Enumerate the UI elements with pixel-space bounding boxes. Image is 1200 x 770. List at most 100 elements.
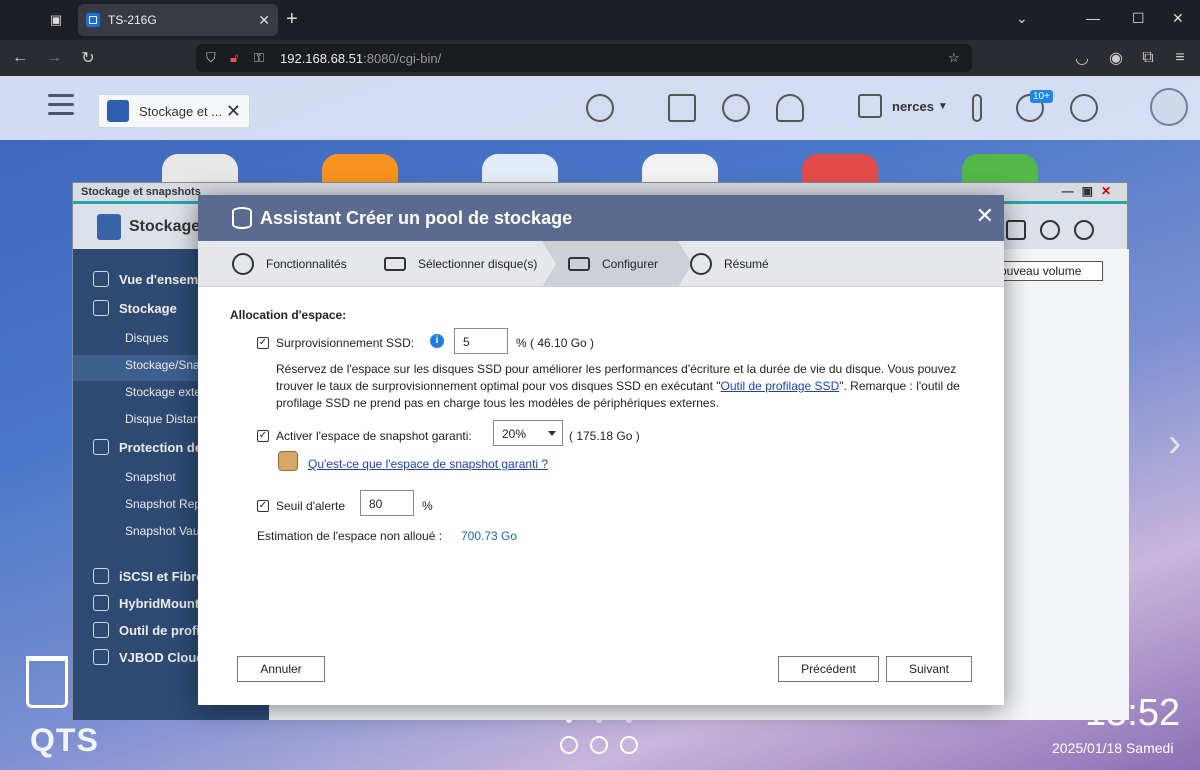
window-maximize-icon[interactable]: ▣ — [1082, 184, 1101, 198]
alert-threshold-label: Seuil d'alerte — [276, 499, 345, 513]
config-icon — [568, 257, 590, 271]
ssd-profiling-link[interactable]: Outil de profilage SSD — [721, 379, 840, 393]
ssd-icon — [93, 622, 109, 638]
alert-threshold-input[interactable]: 80 — [360, 490, 414, 516]
main-menu-icon[interactable] — [48, 94, 74, 116]
shield-icon[interactable]: ⛉ — [206, 50, 216, 66]
snapshot-space-select[interactable]: 20% — [493, 420, 563, 446]
more-options-icon[interactable] — [972, 94, 982, 122]
sidebar-item-vjbod[interactable]: VJBOD Cloud — [93, 649, 204, 665]
ssd-overprov-input[interactable]: 5 — [454, 328, 508, 354]
sidebar-item-label: Stockage — [119, 300, 177, 316]
close-app-tab-icon[interactable]: ✕ — [226, 101, 241, 122]
back-icon[interactable]: ← — [10, 48, 30, 68]
pocket-icon[interactable]: ◡ — [1072, 48, 1092, 68]
sidebar-item-remote-disk[interactable]: Disque Distan — [125, 412, 200, 426]
sidebar-item-snapshot[interactable]: Snapshot — [125, 470, 176, 484]
reload-icon[interactable]: ↻ — [78, 48, 98, 68]
alert-threshold-checkbox[interactable]: ✓ — [257, 500, 269, 512]
sidebar-item-label: Snapshot — [125, 470, 176, 484]
help-icon[interactable] — [1040, 220, 1060, 240]
window-close-icon[interactable]: ✕ — [1101, 184, 1119, 198]
next-page-arrow-icon[interactable]: › — [1168, 421, 1181, 466]
new-tab-icon[interactable]: + — [286, 8, 298, 31]
sidebar-item-disks[interactable]: Disques — [125, 331, 168, 345]
dashboard-icon[interactable] — [1070, 94, 1098, 122]
window-minimize-icon[interactable]: — — [1062, 184, 1082, 198]
tab-overview-icon[interactable]: ▣ — [44, 8, 68, 32]
sidebar-item-snapshot-vault[interactable]: Snapshot Vau — [125, 524, 200, 538]
sidebar-item-storage-snapshots[interactable]: Stockage/Sna — [125, 358, 200, 372]
section-title: Allocation d'espace: — [230, 308, 347, 322]
alert-threshold-suffix: % — [422, 499, 433, 513]
user-menu[interactable]: nerces ▼ — [858, 94, 948, 118]
menu-icon[interactable]: ≡ — [1170, 48, 1190, 68]
storage-header-icon — [97, 214, 121, 240]
dialog-body: Allocation d'espace: ✓ Surprovisionnemen… — [198, 287, 1004, 705]
sidebar-item-ssd-profiling[interactable]: Outil de profila — [93, 622, 211, 638]
new-volume-button[interactable]: ouveau volume — [995, 261, 1103, 281]
background-tasks-icon[interactable] — [668, 94, 696, 122]
browser-tab[interactable]: TS-216G ✕ — [78, 4, 278, 36]
notification-bell-icon[interactable] — [776, 94, 804, 122]
sidebar-item-storage[interactable]: Stockage — [93, 300, 177, 316]
wizard-steps: Fonctionnalités Sélectionner disque(s) C… — [198, 241, 1004, 287]
sidebar-item-snapshot-replica[interactable]: Snapshot Rep — [125, 497, 201, 511]
dialog-close-icon[interactable]: ✕ — [976, 203, 994, 229]
sidebar-item-label: VJBOD Cloud — [119, 649, 205, 665]
step-summary: Résumé — [690, 241, 769, 287]
user-chevron-icon: ▼ — [937, 100, 948, 112]
ssd-overprov-checkbox[interactable]: ✓ — [257, 337, 269, 349]
next-button[interactable]: Suivant — [886, 656, 972, 682]
forward-icon[interactable]: → — [44, 48, 64, 68]
dock-apps-icon[interactable] — [620, 736, 638, 754]
storage-pool-icon — [232, 207, 252, 229]
sidebar-item-hybridmount[interactable]: HybridMount — [93, 595, 199, 611]
info-icon[interactable]: i — [430, 334, 444, 348]
dock-cloud-icon[interactable] — [560, 736, 578, 754]
dock-tools-icon[interactable] — [590, 736, 608, 754]
close-tab-icon[interactable]: ✕ — [258, 12, 270, 29]
myqnapcloud-icon[interactable] — [1150, 88, 1188, 126]
snapshot-space-checkbox[interactable]: ✓ — [257, 430, 269, 442]
snapshot-space-label: Activer l'espace de snapshot garanti: — [276, 429, 472, 443]
extensions-icon[interactable]: ⧉ — [1138, 48, 1158, 68]
snapshot-space-selected: 20% — [502, 427, 527, 441]
minimize-icon[interactable]: — — [1086, 10, 1100, 26]
dialog-title: Assistant Créer un pool de stockage — [260, 208, 573, 228]
ssd-overprov-label: Surprovisionnement SSD: — [276, 336, 415, 350]
snapshot-space-help-link[interactable]: Qu'est-ce que l'espace de snapshot garan… — [308, 457, 548, 471]
trash-icon[interactable] — [26, 656, 68, 708]
previous-button[interactable]: Précédent — [778, 656, 879, 682]
url-path: :8080/cgi-bin/ — [363, 51, 442, 66]
search-icon[interactable] — [586, 94, 614, 122]
sidebar-item-external-storage[interactable]: Stockage exte — [125, 385, 201, 399]
qts-app-tab[interactable]: Stockage et ... ✕ — [98, 94, 250, 128]
step-select-disks: Sélectionner disque(s) — [384, 241, 537, 287]
sidebar-item-label: Disques — [125, 331, 169, 345]
sidebar-item-overview[interactable]: Vue d'ensemb — [93, 271, 206, 287]
qnap-favicon-icon — [86, 13, 100, 27]
step-label: Configurer — [602, 257, 659, 271]
snapshot-space-suffix: ( 175.18 Go ) — [569, 429, 640, 443]
bookmark-star-icon[interactable]: ☆ — [948, 50, 960, 66]
unallocated-value: 700.73 Go — [461, 529, 518, 543]
tab-list-chevron-icon[interactable]: ⌄ — [1016, 10, 1028, 27]
sidebar-item-iscsi[interactable]: iSCSI et Fibre — [93, 568, 204, 584]
cancel-button[interactable]: Annuler — [237, 656, 325, 682]
account-icon[interactable]: ◉ — [1106, 48, 1126, 68]
sidebar-item-protection[interactable]: Protection des — [93, 439, 209, 455]
maximize-icon[interactable]: ☐ — [1132, 10, 1145, 27]
insecure-lock-icon[interactable]: 🔓︎ — [230, 50, 238, 66]
key-icon[interactable]: ⚿ — [254, 50, 264, 66]
storage-window-title: Stockage et snapshots — [81, 186, 201, 198]
settings-gear-icon[interactable] — [1074, 220, 1094, 240]
step-label: Sélectionner disque(s) — [418, 257, 538, 271]
sidebar-item-label: iSCSI et Fibre — [119, 568, 204, 584]
close-window-icon[interactable]: ✕ — [1172, 10, 1184, 27]
sync-icon[interactable] — [722, 94, 750, 122]
gear-icon — [232, 253, 254, 275]
iscsi-icon — [93, 568, 109, 584]
snapshot-tool-icon[interactable] — [1006, 220, 1026, 240]
address-bar[interactable]: ⛉ 🔓︎ ⚿ 192.168.68.51:8080/cgi-bin/ ☆ — [196, 44, 972, 72]
